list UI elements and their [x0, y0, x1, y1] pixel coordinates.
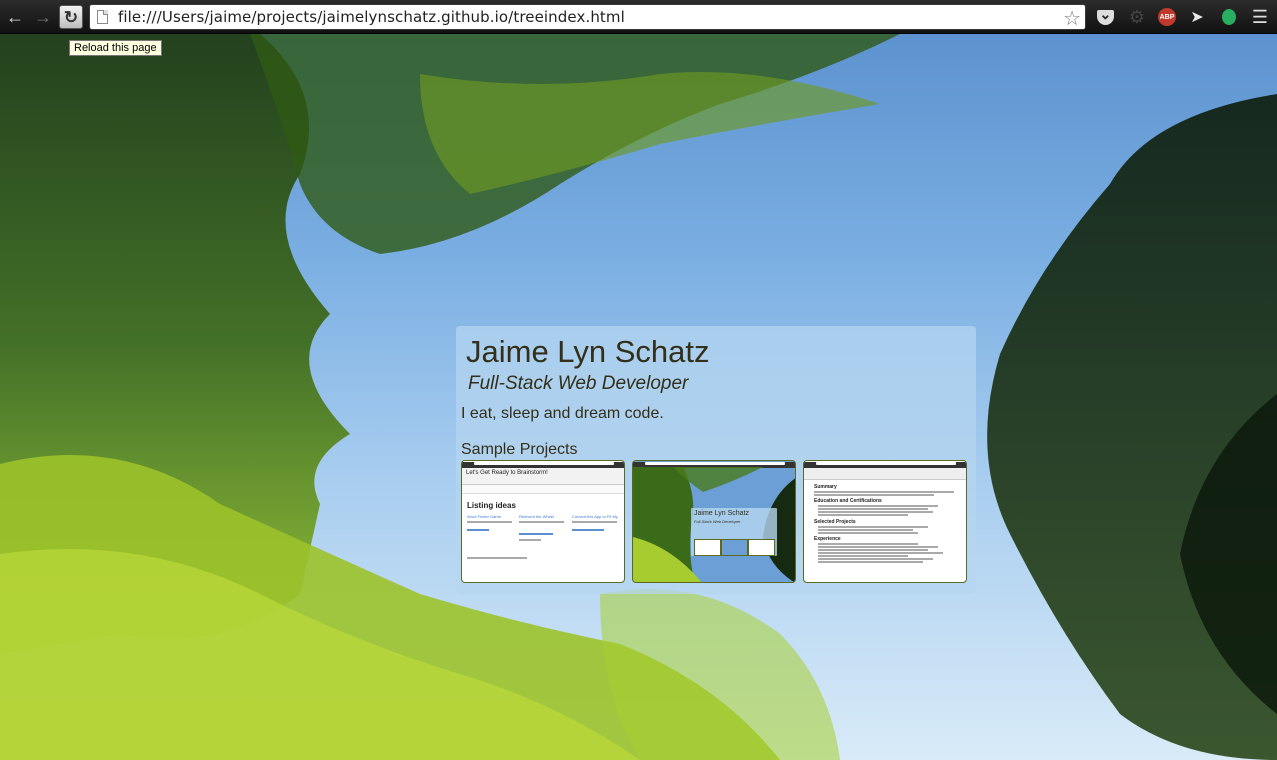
thumb3-section-2: Education and Certifications [814, 498, 882, 504]
address-bar[interactable]: file:///Users/jaime/projects/jaimelynsch… [89, 4, 1086, 30]
menu-icon[interactable]: ☰ [1250, 7, 1270, 27]
url-text[interactable]: file:///Users/jaime/projects/jaimelynsch… [118, 8, 625, 26]
thumb1-heading: Listing ideas [467, 501, 516, 510]
thumb1-col-1: Word Finder Game [467, 514, 501, 519]
rocket-icon[interactable]: ➤ [1187, 7, 1207, 27]
adblock-label: ABP [1158, 8, 1176, 26]
profile-card: Jaime Lyn Schatz Full-Stack Web Develope… [456, 326, 976, 594]
sample-projects-heading: Sample Projects [461, 441, 578, 458]
balloon-icon[interactable] [1219, 7, 1239, 27]
gear-icon[interactable]: ⚙ [1127, 7, 1147, 27]
thumb2-role: Full-Stack Web Developer [694, 519, 741, 524]
thumb3-section-1: Summary [814, 484, 837, 490]
pocket-icon[interactable] [1095, 6, 1115, 27]
thumb1-col-2: Reinvent the Wheel [519, 514, 554, 519]
reload-icon[interactable]: ↻ [59, 5, 83, 29]
star-icon[interactable]: ☆ [1063, 6, 1081, 31]
project-thumbnail-resume[interactable]: Summary Education and Certifications Sel… [803, 460, 967, 583]
thumb2-name: Jaime Lyn Schatz [694, 510, 749, 517]
back-arrow-icon[interactable]: ← [3, 5, 27, 29]
project-thumbnail-portfolio[interactable]: Jaime Lyn Schatz Full-Stack Web Develope… [632, 460, 796, 583]
adblock-icon[interactable]: ABP [1157, 7, 1177, 27]
thumb1-header: Let's Get Ready to Brainstorm! [466, 470, 548, 476]
project-thumbnail-brainstorm[interactable]: Let's Get Ready to Brainstorm! Listing i… [461, 460, 625, 583]
page-icon [97, 10, 108, 24]
reload-tooltip: Reload this page [69, 40, 162, 56]
browser-toolbar: ← → ↻ file:///Users/jaime/projects/jaime… [0, 0, 1277, 34]
page-subtitle: Full-Stack Web Developer [468, 373, 689, 394]
thumb3-section-3: Selected Projects [814, 519, 856, 525]
page-title: Jaime Lyn Schatz [466, 334, 710, 369]
thumb3-section-4: Experience [814, 536, 841, 542]
tagline: I eat, sleep and dream code. [461, 405, 664, 422]
forward-arrow-icon[interactable]: → [31, 5, 55, 29]
